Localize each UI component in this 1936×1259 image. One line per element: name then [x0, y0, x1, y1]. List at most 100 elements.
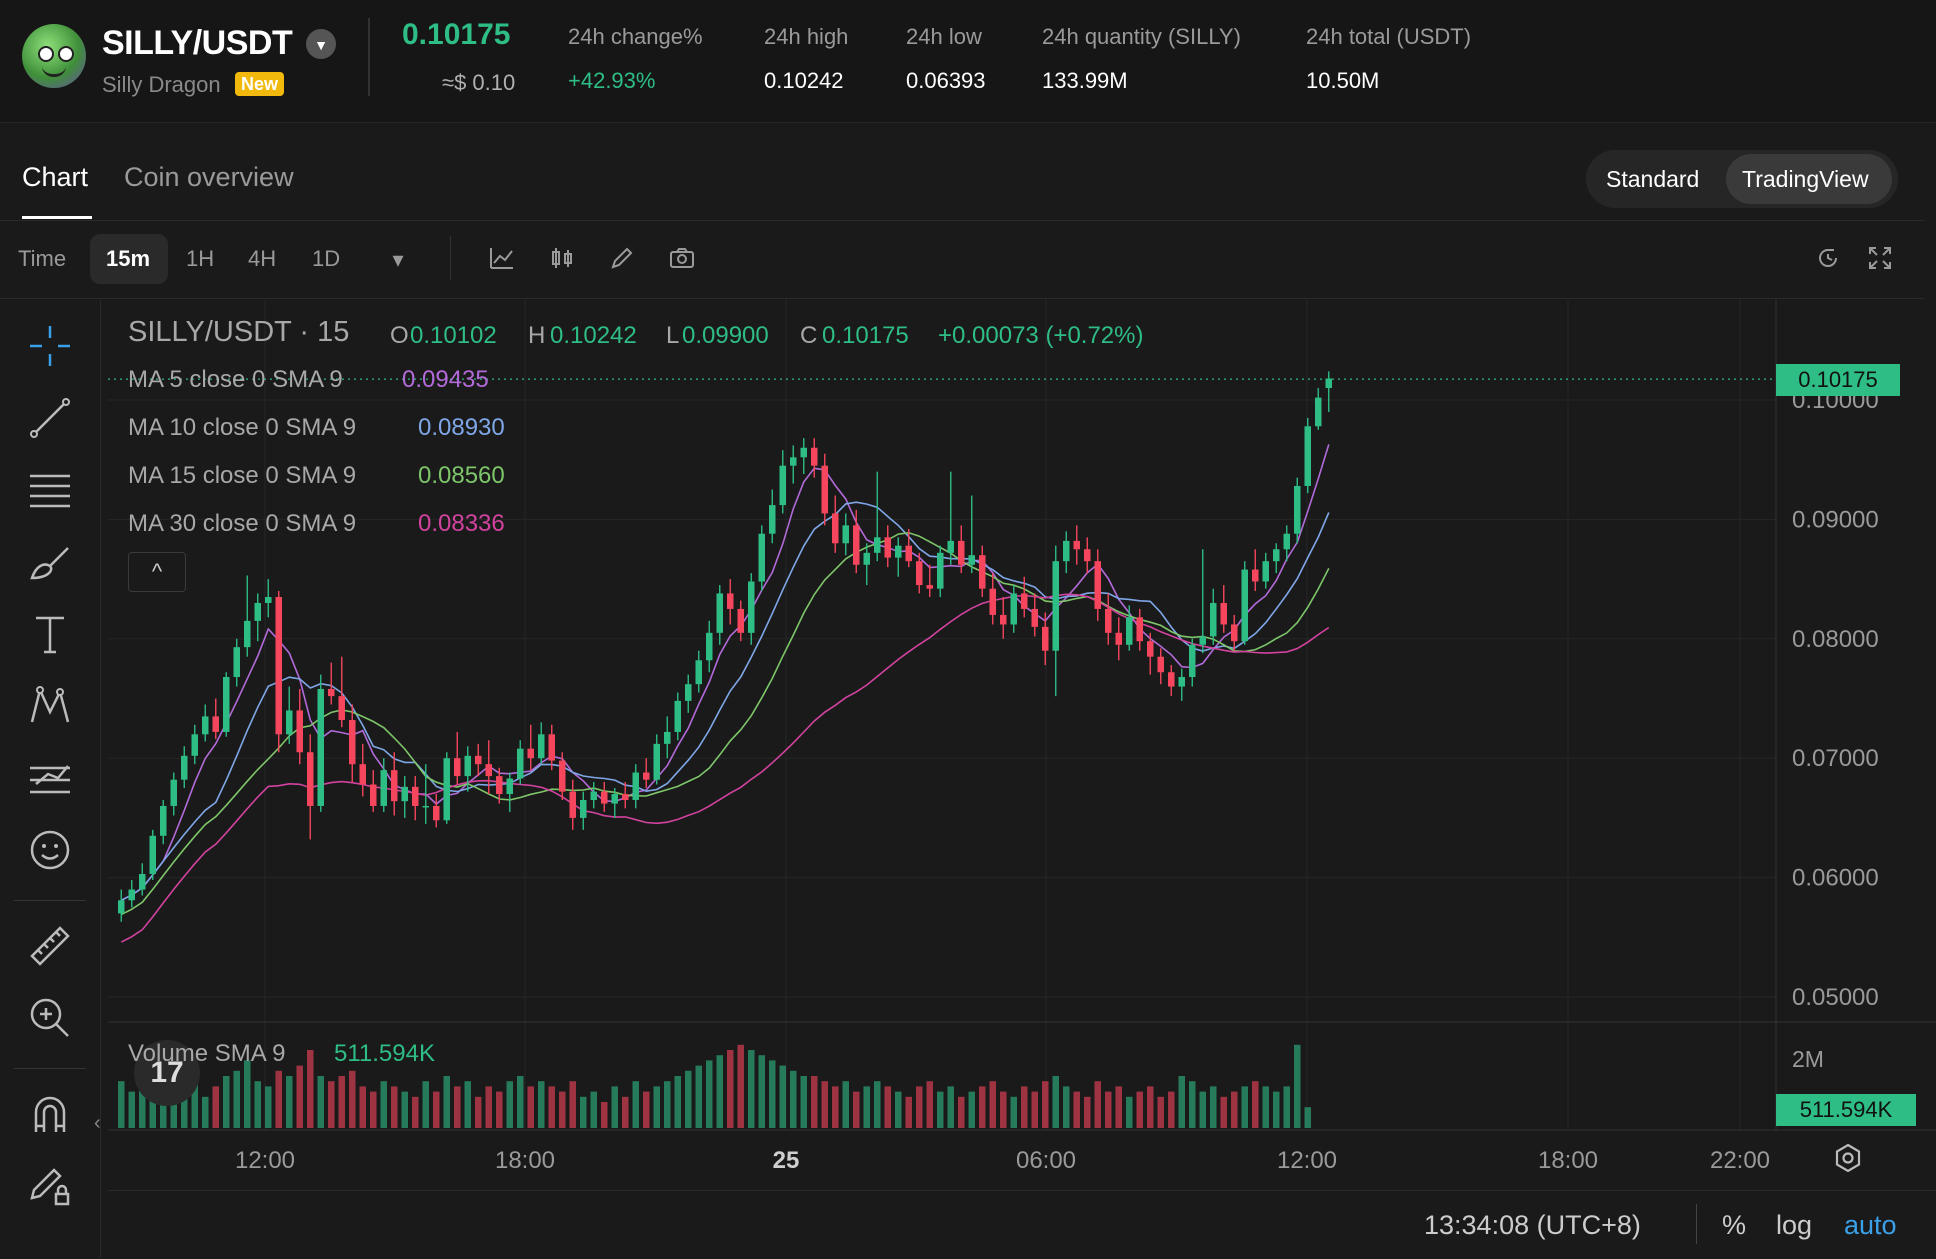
timeframe-4h[interactable]: 4H — [248, 246, 276, 272]
tab-coin-overview[interactable]: Coin overview — [124, 162, 294, 193]
volume-bar — [737, 1044, 744, 1128]
fullscreen-icon[interactable] — [1864, 244, 1896, 276]
volume-bar — [527, 1086, 534, 1128]
legend-collapse-button[interactable]: ^ — [128, 552, 186, 592]
candle-body — [454, 758, 461, 777]
brush-icon[interactable] — [24, 538, 76, 590]
coin-avatar — [22, 24, 86, 88]
candle-body — [191, 734, 198, 756]
zoom-in-icon[interactable] — [24, 994, 76, 1046]
x-tick-label: 22:00 — [1710, 1147, 1770, 1174]
volume-bar — [968, 1091, 975, 1128]
candle-body — [685, 684, 692, 701]
volume-value: 511.594K — [334, 1040, 435, 1067]
view-standard-button[interactable]: Standard — [1606, 166, 1699, 193]
candle-body — [443, 758, 450, 821]
candle-body — [181, 755, 188, 780]
ohlc-high: 0.10242 — [550, 322, 637, 349]
crosshair-icon[interactable] — [24, 322, 76, 374]
candle-body — [517, 748, 524, 779]
timeframe-more-icon[interactable]: ▾ — [382, 244, 414, 276]
candle-body — [1052, 561, 1059, 651]
text-tool-icon[interactable] — [24, 610, 76, 662]
lock-drawings-icon[interactable] — [24, 1162, 76, 1214]
volume-bar — [338, 1076, 345, 1128]
ma10-label: MA 10 close 0 SMA 9 — [128, 414, 357, 441]
candle-body — [1000, 614, 1007, 625]
tab-active-underline — [22, 216, 92, 219]
volume-bar — [401, 1091, 408, 1128]
candle-body — [1178, 677, 1185, 687]
y-tick-label: 0.09000 — [1792, 506, 1879, 533]
candle-body — [979, 555, 986, 589]
candle-body — [254, 602, 261, 621]
candle-body — [653, 743, 660, 780]
volume-bar — [1220, 1096, 1227, 1128]
volume-bar — [1273, 1091, 1280, 1128]
candle-body — [118, 900, 125, 914]
candle-body — [433, 805, 440, 821]
candle-body — [727, 593, 734, 609]
stat-value-total: 10.50M — [1306, 68, 1380, 93]
volume-bar — [926, 1081, 933, 1128]
emoji-icon[interactable] — [24, 826, 76, 878]
candle-body — [223, 677, 230, 732]
volume-bar — [1000, 1091, 1007, 1128]
volume-bar — [884, 1086, 891, 1128]
candle-body — [800, 447, 807, 458]
forecast-icon[interactable] — [24, 754, 76, 806]
percent-scale-button[interactable]: % — [1722, 1210, 1746, 1241]
timeframe-15m[interactable]: 15m — [106, 246, 150, 272]
volume-bar — [548, 1086, 555, 1128]
pair-name[interactable]: SILLY/USDT — [102, 24, 293, 63]
volume-bar — [790, 1070, 797, 1128]
volume-bar — [1073, 1091, 1080, 1128]
candle-body — [601, 791, 608, 804]
fib-lines-icon[interactable] — [24, 466, 76, 518]
volume-bar — [317, 1076, 324, 1128]
pair-dropdown-icon[interactable]: ▼ — [306, 29, 336, 59]
volume-bar — [559, 1091, 566, 1128]
draw-pencil-icon[interactable] — [606, 244, 638, 276]
volume-bar — [412, 1096, 419, 1128]
magnet-icon[interactable] — [24, 1090, 76, 1142]
candle-body — [632, 772, 639, 800]
pattern-icon[interactable] — [24, 682, 76, 734]
clock-time[interactable]: 13:34:08 (UTC+8) — [1424, 1210, 1641, 1241]
ma30-value: 0.08336 — [418, 510, 505, 537]
volume-bar — [1084, 1096, 1091, 1128]
auto-scale-button[interactable]: auto — [1844, 1210, 1897, 1241]
ma15-value: 0.08560 — [418, 462, 505, 489]
indicator-icon[interactable] — [486, 244, 518, 276]
candle-body — [1021, 593, 1028, 609]
candle-body — [916, 561, 923, 586]
candle-body — [464, 755, 471, 777]
replay-icon[interactable] — [1812, 244, 1844, 276]
camera-icon[interactable] — [666, 244, 698, 276]
volume-bar — [464, 1081, 471, 1128]
log-scale-button[interactable]: log — [1776, 1210, 1812, 1241]
candle-body — [937, 552, 944, 589]
volume-bar — [538, 1081, 545, 1128]
tab-chart[interactable]: Chart — [22, 162, 88, 193]
trend-line-icon[interactable] — [24, 394, 76, 446]
candle-body — [160, 805, 167, 836]
candle-body — [611, 794, 618, 804]
ruler-icon[interactable] — [24, 922, 76, 974]
volume-bar — [244, 1060, 251, 1128]
chart-settings-icon[interactable] — [1832, 1142, 1864, 1174]
candle-body — [1304, 426, 1311, 486]
volume-bar — [979, 1086, 986, 1128]
volume-bar — [1042, 1081, 1049, 1128]
timeframe-1d[interactable]: 1D — [312, 246, 340, 272]
collapse-toolbar-icon[interactable]: ‹ — [94, 1112, 101, 1135]
bottom-divider — [1696, 1204, 1697, 1244]
volume-bar — [517, 1076, 524, 1128]
timeframe-1h[interactable]: 1H — [186, 246, 214, 272]
candle-body — [580, 799, 587, 818]
candle-body — [737, 608, 744, 633]
candle-type-icon[interactable] — [546, 244, 578, 276]
candle-body — [275, 597, 282, 735]
toolbar-separator — [14, 900, 86, 901]
candle-body — [664, 731, 671, 744]
